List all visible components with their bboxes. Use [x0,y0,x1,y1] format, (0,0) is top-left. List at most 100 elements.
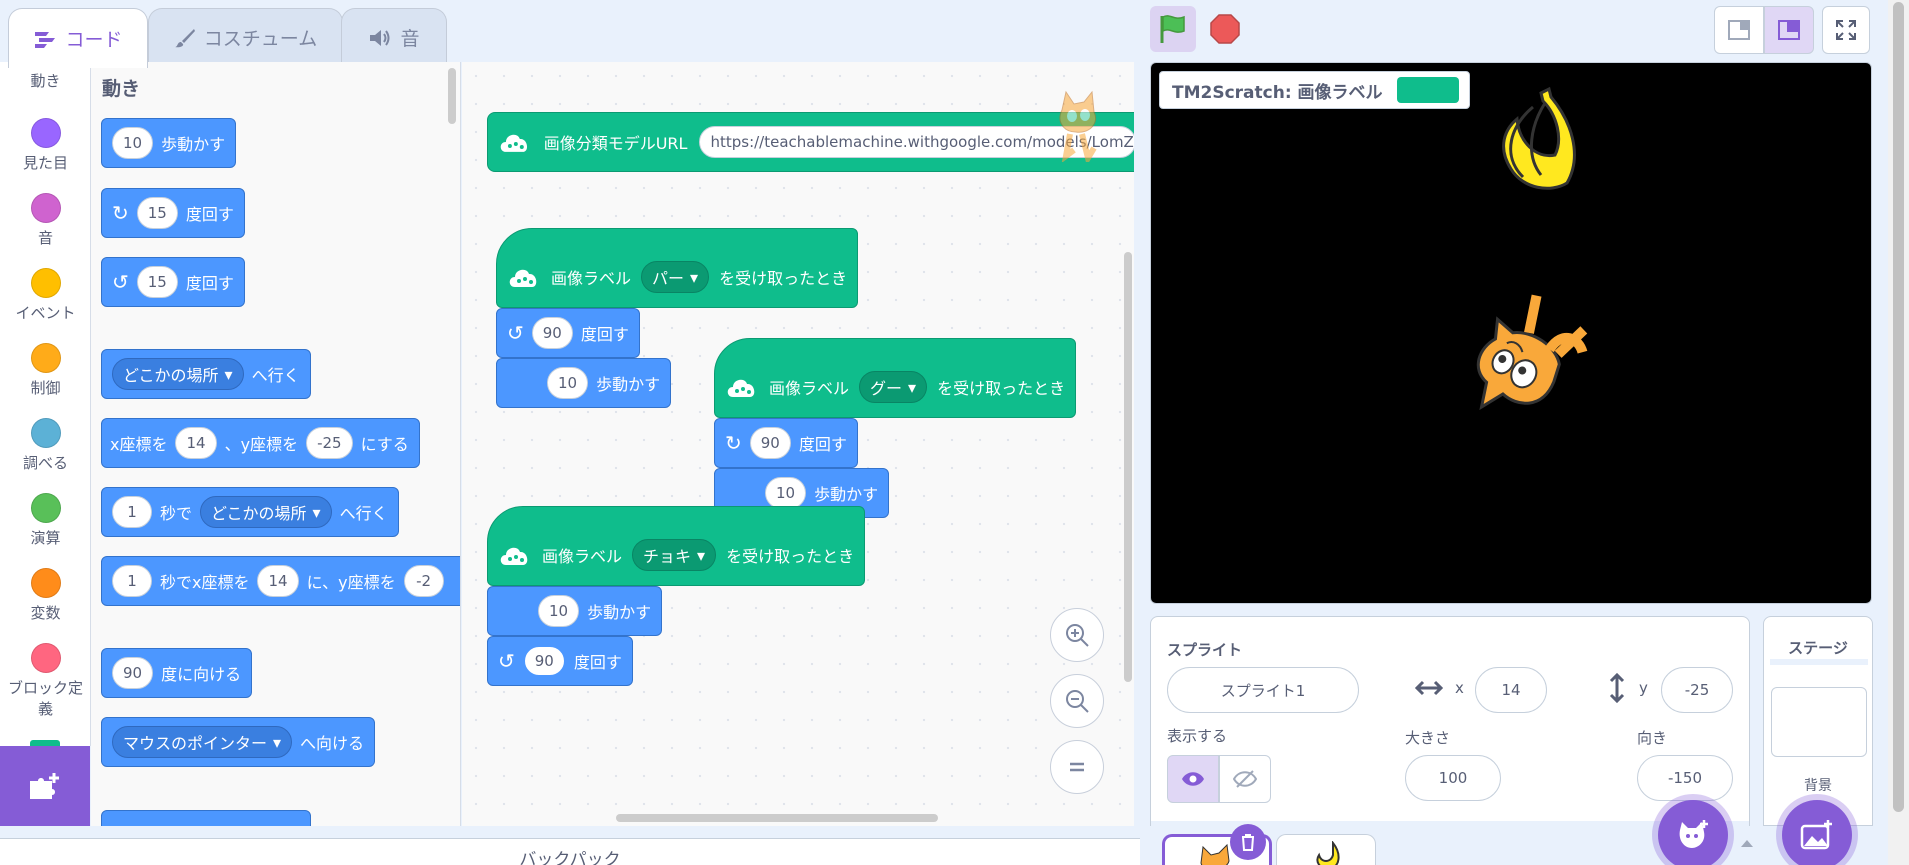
category-control[interactable]: 制御 [0,343,90,398]
add-extension-icon [30,773,59,799]
category-sound-label: 音 [37,229,53,247]
tab-code[interactable]: コード [8,8,148,68]
model-url-block[interactable]: 画像分類モデルURL https://teachablemachine.with… [487,112,1134,172]
turn-left-block-3[interactable]: ↺ 90 度回す [487,636,633,686]
workspace-v-scrollbar[interactable] [1124,252,1132,682]
sprite-thumb-banana[interactable] [1276,834,1376,865]
workspace-h-scrollbar[interactable] [616,814,938,822]
y-field[interactable]: -25 [1661,667,1733,713]
page-scrollbar-thumb[interactable] [1893,2,1904,812]
glide-to-block[interactable]: 1 秒で どこかの場所 ▾ へ行く [101,487,399,537]
category-variables[interactable]: 変数 [0,568,90,623]
banana-sprite[interactable] [1471,85,1591,195]
glide-xy-block[interactable]: 1 秒でx座標を 14 に、y座標を -2 [101,556,460,606]
tab-costumes-label: コスチューム [203,28,318,50]
sprite-name-field[interactable]: スプライト1 [1167,667,1359,713]
glide-x-input[interactable]: 14 [257,565,299,597]
category-sound[interactable]: 音 [0,193,90,248]
glide-xy-mid2: に、y座標を [306,573,396,592]
choose-backdrop-button[interactable] [1782,800,1852,865]
backdrop-thumbnail[interactable] [1771,687,1867,757]
category-looks[interactable]: 見た目 [0,118,90,173]
glide-to-option: どこかの場所 [211,504,307,523]
turn-right-block-2[interactable]: ↻ 90 度回す [714,418,858,468]
category-events[interactable]: イベント [0,268,90,323]
turn-right-input[interactable]: 15 [136,197,178,229]
point-direction-block[interactable]: 90 度に向ける [101,648,253,698]
category-menu: 動き 見た目 音 イベント 制御 調べる 演算 変数 ブロック定義 [0,62,91,746]
delete-sprite-button[interactable] [1230,824,1266,860]
glide-to-dropdown[interactable]: どこかの場所 ▾ [200,496,332,528]
zoom-out-button[interactable] [1050,674,1104,728]
set-x-input[interactable]: 14 [175,427,217,459]
choose-sprite-button[interactable] [1658,800,1728,865]
turn-left-input[interactable]: 15 [136,266,178,298]
stop-button[interactable] [1202,6,1248,52]
small-stage-button[interactable] [1714,6,1764,54]
glide-xy-secs-input[interactable]: 1 [112,565,152,597]
ml-cloud-icon [500,547,528,565]
move-input-1[interactable]: 10 [547,367,589,399]
category-my-blocks-label: ブロック定義 [7,679,83,718]
direction-field[interactable]: -150 [1637,755,1733,801]
when-label-guu-hat[interactable]: 画像ラベル グー ▾ を受け取ったとき [714,338,1077,418]
turn-input-2[interactable]: 90 [749,427,791,459]
palette-scrollbar[interactable] [448,68,456,124]
fullscreen-button[interactable] [1822,6,1870,54]
normal-stage-button[interactable] [1764,6,1814,54]
turn-right-block[interactable]: ↻ 15 度回す [101,188,245,238]
stage-selector-pane[interactable]: ステージ 背景 [1763,616,1873,826]
hat-prefix: 画像ラベル [551,269,632,288]
move-block-3[interactable]: 10 歩動かす [487,586,663,636]
label-dropdown-paa[interactable]: パー ▾ [641,261,710,293]
set-y-input[interactable]: -25 [306,427,353,459]
label-monitor: TM2Scratch: 画像ラベル [1159,71,1470,109]
category-my-blocks[interactable]: ブロック定義 [0,643,90,719]
goto-block[interactable]: どこかの場所 ▾ へ行く [101,349,311,399]
tab-costumes[interactable]: コスチューム [148,8,343,66]
glide-y-input[interactable]: -2 [403,565,444,597]
show-sprite-button[interactable] [1167,755,1219,803]
rotate-left-icon: ↺ [507,321,524,345]
backpack-bar[interactable]: バックパック [0,838,1140,865]
green-flag-button[interactable] [1150,6,1196,52]
when-label-paa-hat[interactable]: 画像ラベル パー ▾ を受け取ったとき [496,228,859,308]
turn-left-block[interactable]: ↺ 15 度回す [101,257,245,307]
category-operators[interactable]: 演算 [0,493,90,548]
partial-block[interactable] [101,810,311,826]
zoom-in-button[interactable] [1050,608,1104,662]
turn-left-block-1[interactable]: ↺ 90 度回す [496,308,640,358]
glide-xy-mid: 秒でx座標を [160,573,250,592]
turn-input-1[interactable]: 90 [531,317,573,349]
stage-canvas[interactable]: TM2Scratch: 画像ラベル [1150,62,1872,604]
move-input-2[interactable]: 10 [765,477,807,509]
label-dropdown-choki[interactable]: チョキ ▾ [632,539,717,571]
point-towards-dropdown[interactable]: マウスのポインター ▾ [112,726,293,758]
point-towards-block[interactable]: マウスのポインター ▾ へ向ける [101,717,376,767]
zoom-reset-button[interactable] [1050,740,1104,794]
when-label-choki-hat[interactable]: 画像ラベル チョキ ▾ を受け取ったとき [487,506,866,586]
turn-input-3[interactable]: 90 [522,645,566,677]
size-field[interactable]: 100 [1405,755,1501,801]
script-workspace[interactable]: 画像分類モデルURL https://teachablemachine.with… [462,62,1134,826]
category-operators-label: 演算 [30,529,61,547]
category-sensing[interactable]: 調べる [0,418,90,473]
ml-cloud-icon [500,134,528,152]
label-dropdown-guu[interactable]: グー ▾ [859,371,928,403]
glide-secs-input[interactable]: 1 [112,496,152,528]
sprite-list-scroll[interactable] [1740,834,1754,865]
move-label-2: 歩動かす [814,485,879,504]
point-direction-input[interactable]: 90 [112,657,154,689]
set-xy-block[interactable]: x座標を 14 、y座標を -25 にする [101,418,420,468]
sensing-dot-icon [30,418,61,448]
add-extension-button[interactable] [0,746,90,826]
hide-sprite-button[interactable] [1219,755,1271,803]
move-input-3[interactable]: 10 [538,595,580,627]
goto-dropdown[interactable]: どこかの場所 ▾ [112,358,244,390]
move-block-1[interactable]: 10 歩動かす [496,358,672,408]
move-steps-input[interactable]: 10 [112,127,154,159]
move-steps-block[interactable]: 10 歩動かす [101,118,237,168]
x-field[interactable]: 14 [1475,667,1547,713]
tab-sounds[interactable]: 音 [341,8,447,66]
cat-sprite[interactable] [1451,285,1601,435]
